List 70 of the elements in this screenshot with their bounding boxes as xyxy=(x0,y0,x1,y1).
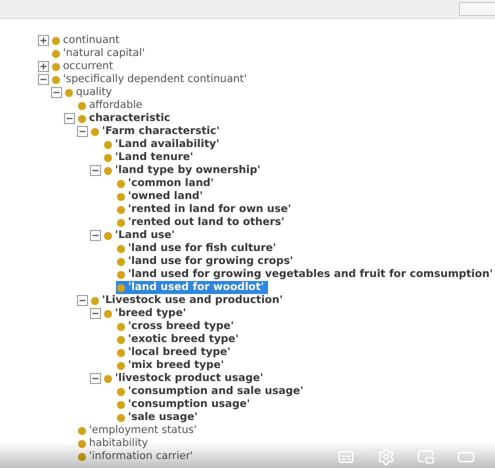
class-dot-icon xyxy=(117,414,125,422)
collapse-toggle[interactable] xyxy=(90,165,101,176)
class-dot-icon xyxy=(104,310,112,318)
collapse-toggle[interactable] xyxy=(77,295,88,306)
class-dot-icon xyxy=(117,336,125,344)
tree-item[interactable]: occurrent xyxy=(51,60,118,73)
class-dot-icon xyxy=(78,102,86,110)
tree-item[interactable]: habitability xyxy=(77,437,152,450)
tree-item[interactable]: 'sale usage' xyxy=(116,411,202,424)
class-label: continuant xyxy=(63,34,120,47)
class-dot-icon xyxy=(52,36,60,44)
class-label: characteristic xyxy=(89,112,170,125)
collapse-toggle[interactable] xyxy=(90,373,101,384)
class-dot-icon xyxy=(91,296,99,304)
class-dot-icon xyxy=(117,270,125,278)
collapse-toggle[interactable] xyxy=(64,113,75,124)
class-label: 'common land' xyxy=(128,177,214,190)
class-dot-icon xyxy=(78,440,86,448)
class-dot-icon xyxy=(52,62,60,70)
class-dot-icon xyxy=(65,88,73,96)
class-dot-icon xyxy=(117,206,125,214)
class-label: quality xyxy=(76,86,112,99)
class-dot-icon xyxy=(104,232,112,240)
class-dot-icon xyxy=(117,258,125,266)
class-dot-icon xyxy=(117,388,125,396)
class-dot-icon xyxy=(104,154,112,162)
expand-toggle[interactable] xyxy=(38,35,49,46)
class-label: 'Land tenure' xyxy=(115,151,194,164)
tree-item[interactable]: 'Land use' xyxy=(103,229,179,242)
tree-item[interactable]: 'owned land' xyxy=(116,190,207,203)
class-dot-icon xyxy=(104,166,112,174)
tree-item[interactable]: 'natural capital' xyxy=(51,47,149,60)
collapse-toggle[interactable] xyxy=(90,230,101,241)
class-label: 'owned land' xyxy=(128,190,203,203)
class-dot-icon xyxy=(78,426,86,434)
tree-item[interactable]: characteristic xyxy=(77,112,174,125)
class-label: habitability xyxy=(89,437,148,450)
class-dot-icon xyxy=(91,128,99,136)
class-dot-icon xyxy=(117,244,125,252)
class-dot-icon xyxy=(78,452,86,460)
class-dot-icon xyxy=(117,192,125,200)
class-label: 'natural capital' xyxy=(63,47,145,60)
class-label: 'Land use' xyxy=(115,229,175,242)
class-dot-icon xyxy=(117,348,125,356)
class-label: 'breed type' xyxy=(115,307,186,320)
collapse-toggle[interactable] xyxy=(51,87,62,98)
class-dot-icon xyxy=(52,50,60,58)
tree-item[interactable]: 'common land' xyxy=(116,177,218,190)
class-dot-icon xyxy=(117,362,125,370)
class-dot-icon xyxy=(117,400,125,408)
tree-item[interactable]: quality xyxy=(64,86,116,99)
class-dot-icon xyxy=(117,284,125,292)
class-dot-icon xyxy=(117,322,125,330)
class-label: 'sale usage' xyxy=(128,411,198,424)
class-dot-icon xyxy=(117,218,125,226)
tree-item[interactable]: continuant xyxy=(51,34,124,47)
class-dot-icon xyxy=(104,374,112,382)
expand-toggle[interactable] xyxy=(38,61,49,72)
tree-item[interactable]: 'breed type' xyxy=(103,307,190,320)
collapse-toggle[interactable] xyxy=(38,74,49,85)
class-dot-icon xyxy=(52,76,60,84)
tree-item[interactable]: affordable xyxy=(77,99,146,112)
collapse-toggle[interactable] xyxy=(77,126,88,137)
class-dot-icon xyxy=(104,140,112,148)
class-label: occurrent xyxy=(63,60,114,73)
collapse-toggle[interactable] xyxy=(90,308,101,319)
class-dot-icon xyxy=(78,114,86,122)
class-label: affordable xyxy=(89,99,142,112)
tree-item[interactable]: 'Land tenure' xyxy=(103,151,198,164)
class-dot-icon xyxy=(117,180,125,188)
